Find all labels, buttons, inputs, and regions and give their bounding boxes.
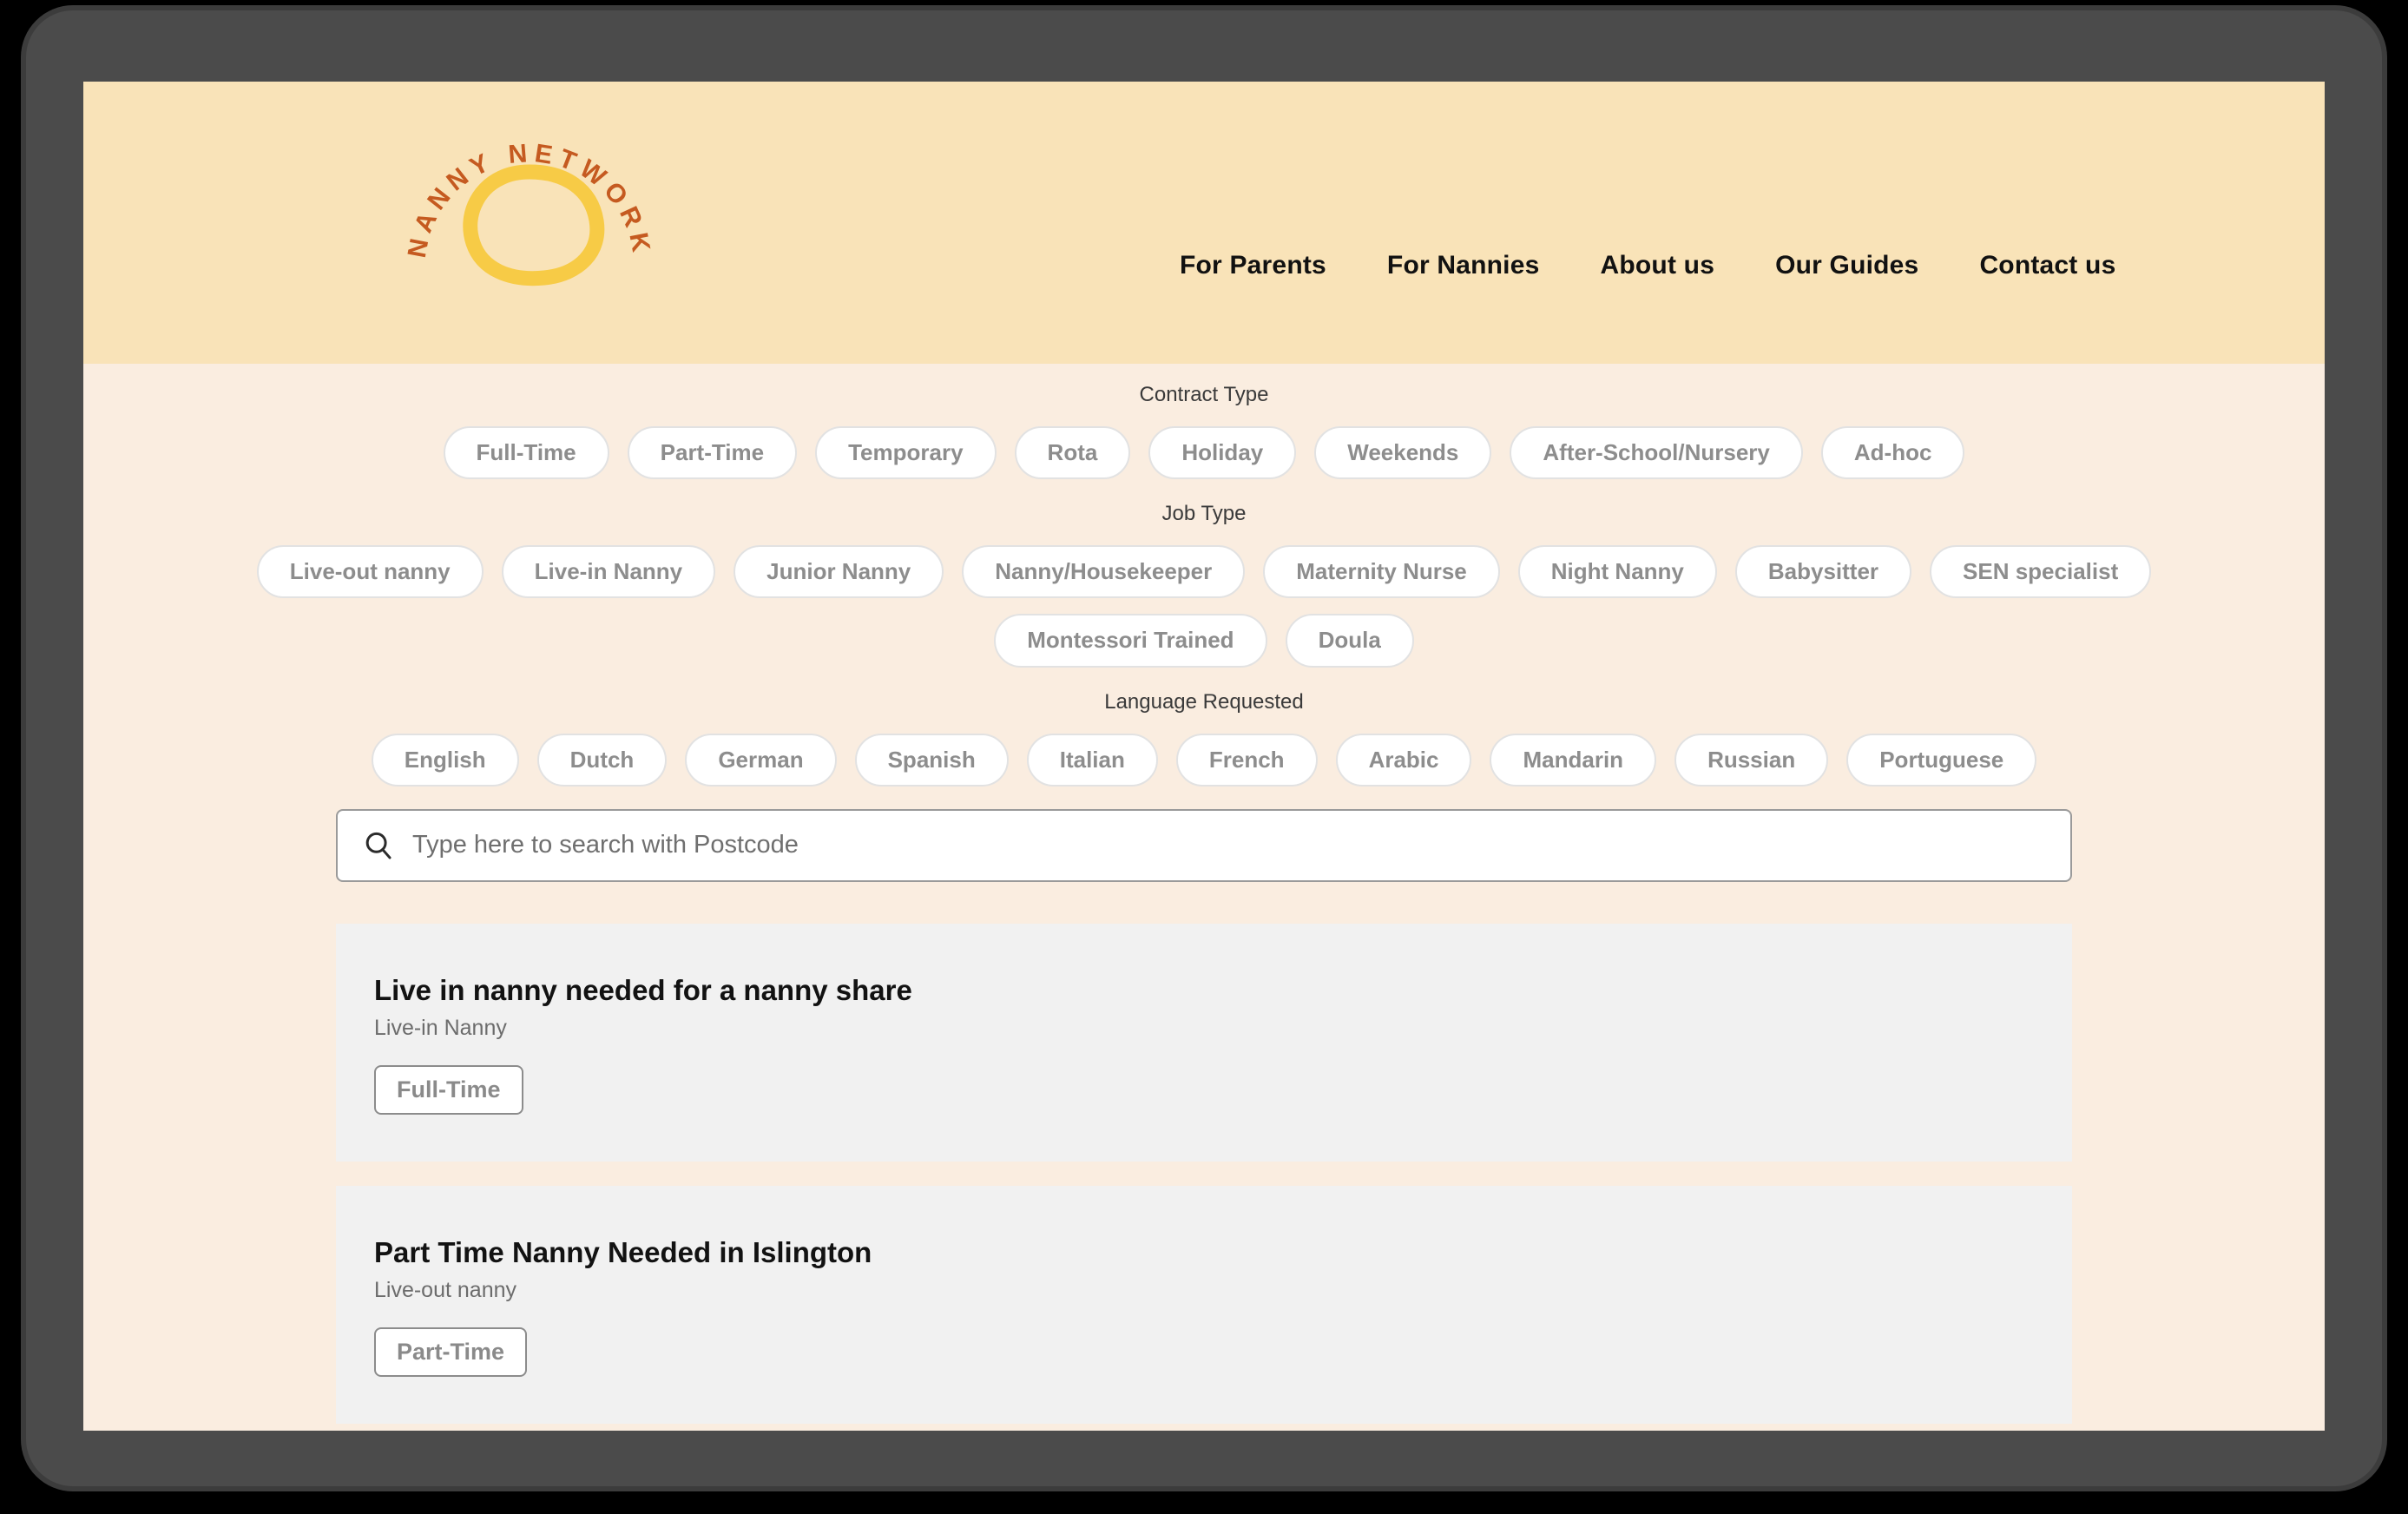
filter-chips-job-type-row-1: Live-out nanny Live-in Nanny Junior Nann… xyxy=(83,545,2325,599)
job-title: Live in nanny needed for a nanny share xyxy=(374,973,912,1006)
chip-weekends[interactable]: Weekends xyxy=(1314,426,1492,480)
chip-arabic[interactable]: Arabic xyxy=(1335,733,1472,787)
filter-panel: Contract Type Full-Time Part-Time Tempor… xyxy=(83,364,2325,787)
chip-german[interactable]: German xyxy=(685,733,837,787)
nav-item-contact-us[interactable]: Contact us xyxy=(1949,251,2146,280)
chip-mandarin[interactable]: Mandarin xyxy=(1490,733,1657,787)
chip-holiday[interactable]: Holiday xyxy=(1148,426,1297,480)
chip-live-out-nanny[interactable]: Live-out nanny xyxy=(256,545,484,599)
chip-after-school-nursery[interactable]: After-School/Nursery xyxy=(1510,426,1803,480)
chip-part-time[interactable]: Part-Time xyxy=(627,426,798,480)
chip-nanny-housekeeper[interactable]: Nanny/Housekeeper xyxy=(962,545,1246,599)
search-icon xyxy=(362,829,412,862)
nav-item-for-nannies[interactable]: For Nannies xyxy=(1357,251,1570,280)
filter-chips-contract-type: Full-Time Part-Time Temporary Rota Holid… xyxy=(83,426,2325,480)
filter-chips-language-requested: English Dutch German Spanish Italian Fre… xyxy=(83,733,2325,787)
chip-rota[interactable]: Rota xyxy=(1014,426,1131,480)
svg-text:NANNY NETWORK: NANNY NETWORK xyxy=(404,139,655,260)
chip-spanish[interactable]: Spanish xyxy=(854,733,1009,787)
chip-temporary[interactable]: Temporary xyxy=(815,426,997,480)
logo-arc-text: NANNY NETWORK xyxy=(404,139,650,260)
chip-portuguese[interactable]: Portuguese xyxy=(1846,733,2037,787)
nav-item-our-guides[interactable]: Our Guides xyxy=(1745,251,1949,280)
browser-viewport: NANNY NETWORK For Parents For Nannies Ab… xyxy=(83,82,2325,1431)
filter-label-language-requested: Language Requested xyxy=(1104,689,1304,714)
nanny-network-logo[interactable]: NANNY NETWORK xyxy=(404,109,655,300)
chip-sen-specialist[interactable]: SEN specialist xyxy=(1930,545,2152,599)
chip-junior-nanny[interactable]: Junior Nanny xyxy=(734,545,944,599)
job-results-list: Live in nanny needed for a nanny share L… xyxy=(336,923,2072,1424)
chip-doula[interactable]: Doula xyxy=(1285,614,1414,668)
job-title: Part Time Nanny Needed in Islington xyxy=(374,1235,872,1268)
job-type-label: Live-out nanny xyxy=(374,1277,517,1302)
job-card[interactable]: Live in nanny needed for a nanny share L… xyxy=(336,923,2072,1162)
nav-item-for-parents[interactable]: For Parents xyxy=(1149,251,1357,280)
site-header: NANNY NETWORK For Parents For Nannies Ab… xyxy=(83,82,2325,364)
chip-night-nanny[interactable]: Night Nanny xyxy=(1517,545,1717,599)
job-type-label: Live-in Nanny xyxy=(374,1015,507,1040)
main-navigation: For Parents For Nannies About us Our Gui… xyxy=(1149,251,2146,280)
chip-english[interactable]: English xyxy=(371,733,519,787)
chip-italian[interactable]: Italian xyxy=(1026,733,1158,787)
chip-full-time[interactable]: Full-Time xyxy=(443,426,609,480)
job-contract-tag[interactable]: Part-Time xyxy=(374,1326,528,1377)
chip-live-in-nanny[interactable]: Live-in Nanny xyxy=(501,545,716,599)
chip-babysitter[interactable]: Babysitter xyxy=(1734,545,1912,599)
job-contract-tag[interactable]: Full-Time xyxy=(374,1064,523,1115)
chip-ad-hoc[interactable]: Ad-hoc xyxy=(1820,426,1965,480)
filter-label-contract-type: Contract Type xyxy=(1139,383,1269,406)
chip-montessori-trained[interactable]: Montessori Trained xyxy=(994,614,1267,668)
chip-russian[interactable]: Russian xyxy=(1674,733,1829,787)
filter-chips-job-type-row-2: Montessori Trained Doula xyxy=(83,614,2325,668)
job-card[interactable]: Part Time Nanny Needed in Islington Live… xyxy=(336,1185,2072,1424)
search-input[interactable] xyxy=(412,831,2046,860)
chip-maternity-nurse[interactable]: Maternity Nurse xyxy=(1263,545,1500,599)
chip-french[interactable]: French xyxy=(1175,733,1318,787)
filter-label-job-type: Job Type xyxy=(1161,502,1247,526)
tablet-device-frame: NANNY NETWORK For Parents For Nannies Ab… xyxy=(26,10,2382,1486)
chip-dutch[interactable]: Dutch xyxy=(536,733,668,787)
nav-item-about-us[interactable]: About us xyxy=(1570,251,1746,280)
postcode-search-bar[interactable] xyxy=(336,808,2072,882)
